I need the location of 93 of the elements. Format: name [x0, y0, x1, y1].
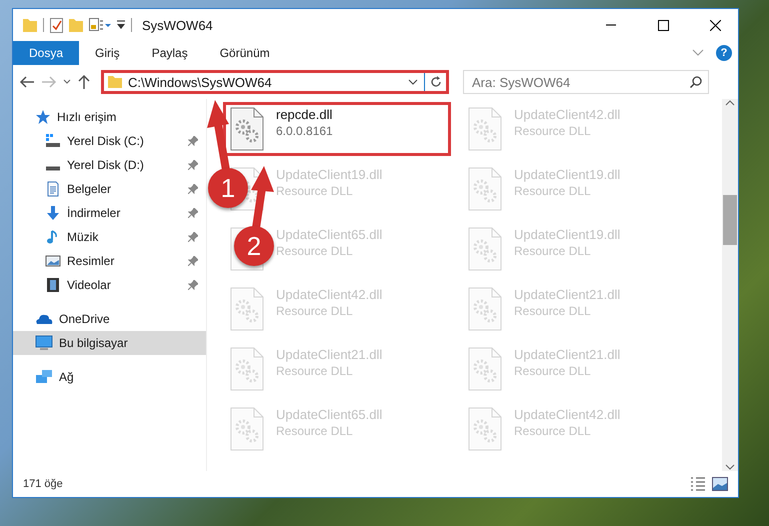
gear-file-icon: [230, 407, 264, 451]
pin-icon: [188, 136, 198, 146]
file-detail: Resource DLL: [276, 424, 354, 438]
address-bar[interactable]: C:\Windows\SysWOW64: [101, 70, 449, 94]
sidebar-item[interactable]: Hızlı erişim: [13, 105, 206, 129]
close-icon: [710, 20, 720, 30]
file-detail: Resource DLL: [514, 364, 592, 378]
scroll-down-icon[interactable]: [725, 463, 735, 471]
item-count: 171 öğe: [23, 478, 63, 490]
gear-file-icon: [468, 227, 502, 271]
address-path: C:\Windows\SysWOW64: [128, 74, 273, 90]
highlighted-file-item[interactable]: repcde.dll 6.0.0.8161: [223, 102, 451, 156]
pin-icon: [188, 232, 198, 242]
drive-icon: [45, 166, 61, 170]
pin-icon: [188, 280, 198, 290]
sidebar-item[interactable]: Belgeler: [13, 177, 206, 201]
sidebar-item[interactable]: Yerel Disk (D:): [13, 153, 206, 177]
ribbon-tab[interactable]: Dosya: [13, 41, 80, 65]
computer-icon: [35, 335, 53, 351]
picture-icon: [45, 253, 61, 269]
cloud-icon: [35, 312, 53, 326]
file-detail: Resource DLL: [514, 124, 592, 138]
file-name: UpdateClient19.dll: [514, 227, 620, 242]
scrollbar[interactable]: [722, 99, 738, 471]
help-button[interactable]: ?: [716, 45, 732, 61]
back-button[interactable]: [19, 75, 35, 89]
arrow: [207, 100, 230, 171]
file-detail: 6.0.0.8161: [276, 124, 333, 138]
scroll-thumb[interactable]: [723, 195, 737, 245]
sidebar-item[interactable]: OneDrive: [13, 307, 206, 331]
scroll-up-icon[interactable]: [725, 99, 735, 107]
file-name: UpdateClient42.dll: [514, 107, 620, 122]
file-name: UpdateClient19.dll: [276, 167, 382, 182]
search-field[interactable]: Ara: SysWOW64: [463, 70, 709, 94]
recent-dropdown-button[interactable]: [63, 79, 71, 85]
star-icon: [35, 109, 51, 125]
sidebar-item[interactable]: Videolar: [13, 273, 206, 297]
file-name: UpdateClient42.dll: [276, 287, 382, 302]
sidebar-item[interactable]: Müzik: [13, 225, 206, 249]
file-detail: Resource DLL: [276, 304, 354, 318]
window-title: SysWOW64: [142, 18, 214, 32]
file-name: UpdateClient42.dll: [514, 407, 620, 422]
ribbon-tab[interactable]: Görünüm: [204, 41, 286, 65]
pin-icon: [188, 184, 198, 194]
document-icon: [45, 181, 61, 197]
file-name: UpdateClient21.dll: [276, 347, 382, 362]
download-arrow-icon: [45, 205, 61, 221]
network-icon: [35, 369, 53, 385]
checklist-icon[interactable]: [50, 18, 63, 32]
ribbon-tab[interactable]: Giriş: [79, 41, 136, 65]
file-name: UpdateClient65.dll: [276, 407, 382, 422]
details-view-icon[interactable]: [690, 477, 706, 491]
caret-icon[interactable]: [117, 20, 125, 30]
drive-icon: [45, 133, 61, 149]
folder-icon: [108, 76, 122, 88]
sidebar-item[interactable]: Yerel Disk (C:): [13, 129, 206, 153]
refresh-icon: [430, 76, 442, 88]
pin-icon: [188, 208, 198, 218]
file-detail: Resource DLL: [276, 184, 354, 198]
file-name: UpdateClient21.dll: [514, 287, 620, 302]
ribbon-tab[interactable]: Paylaş: [136, 41, 204, 65]
gear-file-icon: [468, 167, 502, 211]
file-detail: Resource DLL: [276, 364, 354, 378]
arrow: [251, 166, 274, 229]
sidebar-item[interactable]: İndirmeler: [13, 201, 206, 225]
sidebar-item[interactable]: Bu bilgisayar: [13, 331, 206, 355]
pin-icon: [188, 160, 198, 170]
properties-icon[interactable]: [89, 18, 111, 32]
gear-file-icon: [468, 107, 502, 151]
gear-file-icon: [230, 107, 264, 151]
gear-file-icon: [230, 287, 264, 331]
chevron-down-icon[interactable]: [408, 79, 418, 85]
file-detail: Resource DLL: [514, 424, 592, 438]
file-name: UpdateClient19.dll: [514, 167, 620, 182]
large-icons-view-icon[interactable]: [712, 477, 728, 491]
file-detail: Resource DLL: [514, 184, 592, 198]
pin-icon: [188, 256, 198, 266]
gear-file-icon: [230, 347, 264, 391]
file-detail: Resource DLL: [514, 304, 592, 318]
gear-file-icon: [468, 407, 502, 451]
file-name: UpdateClient65.dll: [276, 227, 382, 242]
search-icon[interactable]: [690, 76, 702, 88]
file-detail: Resource DLL: [276, 244, 354, 258]
maximize-icon: [658, 20, 668, 30]
gear-file-icon: [468, 287, 502, 331]
file-name: repcde.dll: [276, 107, 333, 122]
film-icon: [45, 277, 61, 293]
up-button[interactable]: [77, 74, 91, 90]
file-detail: Resource DLL: [514, 244, 592, 258]
gear-file-icon: [468, 347, 502, 391]
file-name: UpdateClient21.dll: [514, 347, 620, 362]
sidebar-item[interactable]: Ağ: [13, 365, 206, 389]
sidebar-item[interactable]: Resimler: [13, 249, 206, 273]
